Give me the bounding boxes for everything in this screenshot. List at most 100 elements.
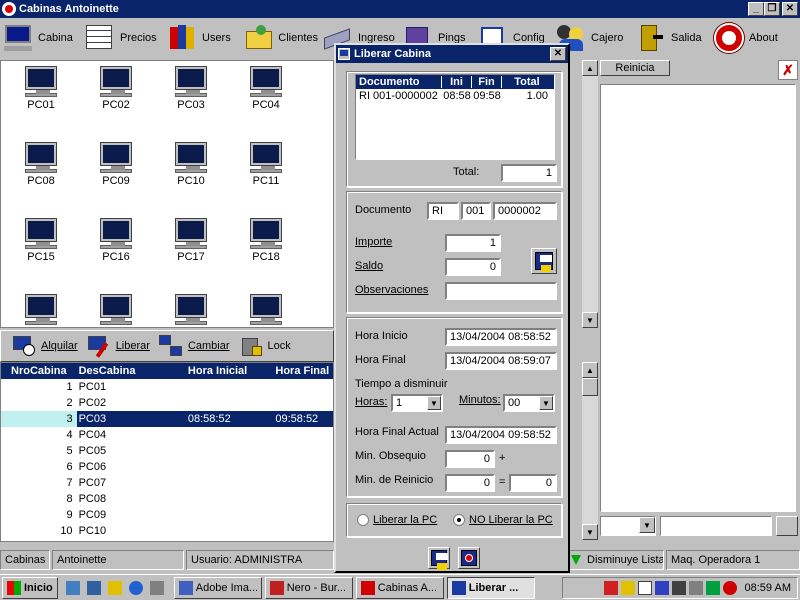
toolbar-clientes-button[interactable]: Clientes	[242, 19, 320, 57]
alquilar-button[interactable]: Alquilar	[11, 334, 78, 358]
scroll-down-icon[interactable]: ▼	[582, 524, 598, 540]
quicklaunch-outlook-icon[interactable]	[65, 580, 80, 595]
start-button[interactable]: Inicio	[2, 576, 58, 599]
quicklaunch-search-icon[interactable]	[86, 580, 101, 595]
pcgrid-scrollbar[interactable]: ▲ ▼	[582, 60, 598, 328]
table-row[interactable]: 1 PC01	[1, 379, 333, 395]
total-field[interactable]: 1	[501, 164, 557, 182]
restore-button[interactable]: ❐	[764, 2, 780, 16]
col-hora-inicial[interactable]: Hora Inicial	[186, 365, 273, 377]
table-row[interactable]: 5 PC05	[1, 443, 333, 459]
toolbar-about-button[interactable]: About	[711, 19, 791, 57]
quicklaunch-ie-icon[interactable]	[128, 580, 143, 595]
table-row[interactable]: RI 001-0000002 08:58 09:58 1.00	[356, 89, 554, 103]
pc-icon[interactable]: PC03	[161, 63, 221, 111]
col-descabina[interactable]: DesCabina	[77, 365, 186, 377]
pc-icon[interactable]: PC10	[161, 139, 221, 187]
tray-chat-icon[interactable]	[637, 581, 652, 595]
scroll-up-icon[interactable]: ▲	[582, 362, 598, 378]
toolbar-cabina-button[interactable]: Cabina	[0, 19, 82, 57]
table-row[interactable]: 2 PC02	[1, 395, 333, 411]
hora-final-field[interactable]: 13/04/2004 08:59:07	[445, 352, 557, 370]
table-scrollbar[interactable]: ▲ ▼	[582, 362, 598, 540]
col-nrocabina[interactable]: NroCabina	[1, 365, 77, 377]
scroll-thumb[interactable]	[582, 378, 598, 396]
pc-icon[interactable]: PC02	[86, 63, 146, 111]
right-action-icon[interactable]	[776, 516, 798, 536]
task-button[interactable]: Cabinas A...	[355, 576, 444, 599]
minimize-button[interactable]: _	[748, 2, 764, 16]
tray-cabinas-icon[interactable]	[722, 581, 737, 595]
tray-clock-icon[interactable]	[705, 581, 720, 595]
dialog-save-button[interactable]	[428, 547, 450, 570]
table-row[interactable]: 6 PC06	[1, 459, 333, 475]
lock-button[interactable]: Lock	[238, 334, 291, 358]
cambiar-button[interactable]: Cambiar	[158, 334, 230, 358]
radio-no-liberar[interactable]: NO Liberar la PC	[453, 514, 553, 527]
importe-field[interactable]: 1	[445, 234, 501, 252]
tray-app-icon[interactable]	[603, 581, 618, 595]
right-input[interactable]	[660, 516, 772, 536]
tray-monitor-icon[interactable]	[671, 581, 686, 595]
scroll-down-icon[interactable]: ▼	[582, 312, 598, 328]
pc-icon[interactable]	[86, 291, 146, 327]
pc-icon[interactable]: PC01	[11, 63, 71, 111]
quicklaunch-notes-icon[interactable]	[107, 580, 122, 595]
tray-speaker-icon[interactable]	[688, 581, 703, 595]
min-obsequio-field[interactable]: 0	[445, 450, 495, 468]
task-button[interactable]: Adobe Ima...	[173, 576, 262, 599]
hora-inicio-field[interactable]: 13/04/2004 08:58:52	[445, 328, 557, 346]
minutos-combo[interactable]: 00 ▼	[503, 394, 555, 412]
pc-icon[interactable]	[236, 291, 296, 327]
toolbar-salida-button[interactable]: Salida	[633, 19, 711, 57]
pc-icon[interactable]: PC17	[161, 215, 221, 263]
pc-icon[interactable]: PC11	[236, 139, 296, 187]
scroll-up-icon[interactable]: ▲	[582, 60, 598, 76]
min-result-field[interactable]: 0	[509, 474, 557, 492]
pc-icon[interactable]: PC16	[86, 215, 146, 263]
observaciones-field[interactable]	[445, 282, 557, 300]
reinicia-list[interactable]	[600, 84, 796, 512]
radio-liberar[interactable]: Liberar la PC	[357, 514, 437, 527]
table-row[interactable]: 4 PC04	[1, 427, 333, 443]
task-button[interactable]: Nero - Bur...	[264, 576, 353, 599]
pc-icon[interactable]	[11, 291, 71, 327]
quicklaunch-misc-icon[interactable]	[149, 580, 164, 595]
toolbar-precios-button[interactable]: Precios	[82, 19, 164, 57]
close-button[interactable]: ✕	[782, 2, 798, 16]
doc-prefix-field[interactable]: 001	[461, 202, 491, 220]
right-combo[interactable]: ▼	[600, 516, 656, 536]
doc-number-field[interactable]: 0000002	[493, 202, 557, 220]
min-reinicio-field[interactable]: 0	[445, 474, 495, 492]
pc-icon[interactable]: PC09	[86, 139, 146, 187]
pc-icon[interactable]: PC18	[236, 215, 296, 263]
table-row[interactable]: 8 PC08	[1, 491, 333, 507]
hora-final-actual-field[interactable]: 13/04/2004 09:58:52	[445, 426, 557, 444]
liberar-button[interactable]: Liberar	[86, 334, 150, 358]
saldo-field[interactable]: 0	[445, 258, 501, 276]
close-panel-icon[interactable]: ✗	[778, 60, 798, 80]
toolbar-users-button[interactable]: Users	[164, 19, 242, 57]
liberar-option-group: Liberar la PC NO Liberar la PC	[346, 503, 562, 537]
table-row[interactable]: 10 PC10	[1, 523, 333, 539]
horas-combo[interactable]: 1 ▼	[391, 394, 443, 412]
table-row[interactable]: 3 PC03 08:58:52 09:58:52	[1, 411, 333, 427]
table-row[interactable]: 9 PC09	[1, 507, 333, 523]
pc-icon[interactable]: PC04	[236, 63, 296, 111]
chevron-down-icon[interactable]: ▼	[539, 396, 553, 410]
chevron-down-icon[interactable]: ▼	[427, 396, 441, 410]
dialog-cancel-button[interactable]	[458, 547, 480, 569]
reinicia-button[interactable]: Reinicia	[600, 60, 670, 76]
doc-series-field[interactable]: RI	[427, 202, 459, 220]
task-button[interactable]: Liberar ...	[446, 576, 535, 599]
pc-icon[interactable]	[161, 291, 221, 327]
col-hora-final[interactable]: Hora Final	[273, 365, 333, 377]
save-button[interactable]	[531, 248, 557, 274]
dialog-close-button[interactable]: ✕	[550, 47, 566, 61]
tray-lightning-icon[interactable]	[620, 581, 635, 595]
tray-network-icon[interactable]	[654, 581, 669, 595]
pc-icon[interactable]: PC15	[11, 215, 71, 263]
pc-icon[interactable]: PC08	[11, 139, 71, 187]
table-row[interactable]: 7 PC07	[1, 475, 333, 491]
computer-icon	[26, 219, 56, 246]
